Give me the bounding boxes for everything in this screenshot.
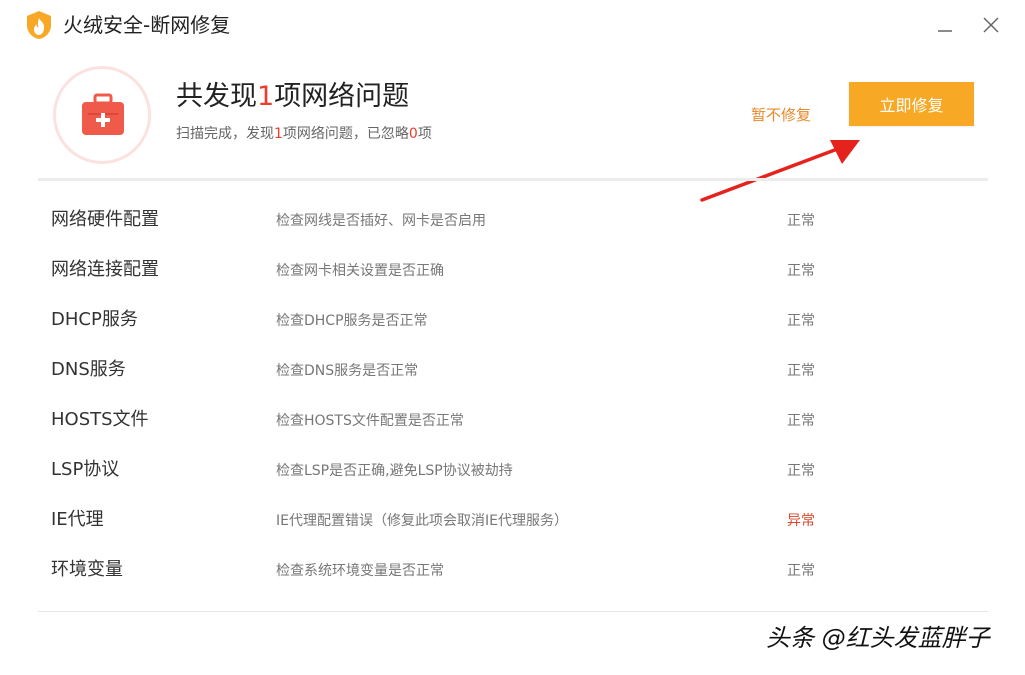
check-status: 异常: [787, 513, 815, 529]
check-row: HOSTS文件 检查HOSTS文件配置是否正常 正常: [0, 395, 1025, 445]
check-status: 正常: [787, 313, 815, 329]
check-row: DHCP服务 检查DHCP服务是否正常 正常: [0, 295, 1025, 345]
check-description: 检查网卡相关设置是否正确: [276, 263, 444, 279]
subline-suffix: 项: [417, 126, 432, 142]
check-status: 正常: [787, 563, 815, 579]
close-icon: [983, 17, 999, 33]
check-name: 环境变量: [51, 559, 123, 580]
subline-prefix: 扫描完成，发现: [176, 126, 274, 142]
skip-repair-link[interactable]: 暂不修复: [751, 104, 811, 126]
check-description: IE代理配置错误（修复此项会取消IE代理服务）: [276, 513, 568, 529]
check-row: 网络连接配置 检查网卡相关设置是否正确 正常: [0, 245, 1025, 295]
check-row: 环境变量 检查系统环境变量是否正常 正常: [0, 545, 1025, 595]
check-name: DNS服务: [51, 359, 126, 380]
check-description: 检查HOSTS文件配置是否正常: [276, 413, 464, 429]
close-button[interactable]: [976, 10, 1006, 40]
ignored-count: 0: [408, 126, 418, 142]
first-aid-kit-icon: [82, 93, 124, 135]
check-description: 检查DNS服务是否正常: [276, 363, 419, 379]
check-status: 正常: [787, 463, 815, 479]
check-status: 正常: [787, 213, 815, 229]
problem-count: 1: [257, 81, 275, 112]
watermark: 头条 @红头发蓝胖子: [766, 624, 990, 652]
minimize-button[interactable]: [930, 10, 960, 40]
result-badge: [53, 66, 151, 164]
headline-prefix: 共发现: [176, 81, 257, 112]
minimize-icon: [938, 30, 952, 32]
check-name: DHCP服务: [51, 309, 138, 330]
check-name: HOSTS文件: [51, 409, 149, 430]
check-row: IE代理 IE代理配置错误（修复此项会取消IE代理服务） 异常: [0, 495, 1025, 545]
check-row: 网络硬件配置 检查网线是否插好、网卡是否启用 正常: [0, 195, 1025, 245]
footer-divider: [38, 611, 988, 612]
check-row: LSP协议 检查LSP是否正确,避免LSP协议被劫持 正常: [0, 445, 1025, 495]
subline-middle: 项网络问题，已忽略: [282, 126, 409, 142]
check-name: 网络连接配置: [51, 259, 159, 280]
huorong-flame-shield-icon: [27, 11, 51, 39]
scan-status-text: 扫描完成，发现1项网络问题，已忽略0项: [176, 124, 432, 144]
check-name: LSP协议: [51, 459, 120, 480]
check-status: 正常: [787, 413, 815, 429]
check-row: DNS服务 检查DNS服务是否正常 正常: [0, 345, 1025, 395]
check-status: 正常: [787, 263, 815, 279]
check-name: 网络硬件配置: [51, 209, 159, 230]
title-bar: 火绒安全-断网修复: [0, 0, 1025, 50]
check-description: 检查DHCP服务是否正常: [276, 313, 428, 329]
check-status: 正常: [787, 363, 815, 379]
header-divider: [38, 178, 988, 181]
check-description: 检查网线是否插好、网卡是否启用: [276, 213, 486, 229]
scan-summary: 共发现1项网络问题 扫描完成，发现1项网络问题，已忽略0项 暂不修复 立即修复: [0, 60, 1025, 170]
check-description: 检查系统环境变量是否正常: [276, 563, 444, 579]
window-title: 火绒安全-断网修复: [63, 13, 231, 37]
headline: 共发现1项网络问题: [176, 80, 409, 114]
found-count: 1: [274, 126, 283, 142]
check-description: 检查LSP是否正确,避免LSP协议被劫持: [276, 463, 513, 479]
check-name: IE代理: [51, 509, 104, 530]
repair-now-button[interactable]: 立即修复: [849, 82, 974, 126]
headline-suffix: 项网络问题: [274, 81, 410, 112]
